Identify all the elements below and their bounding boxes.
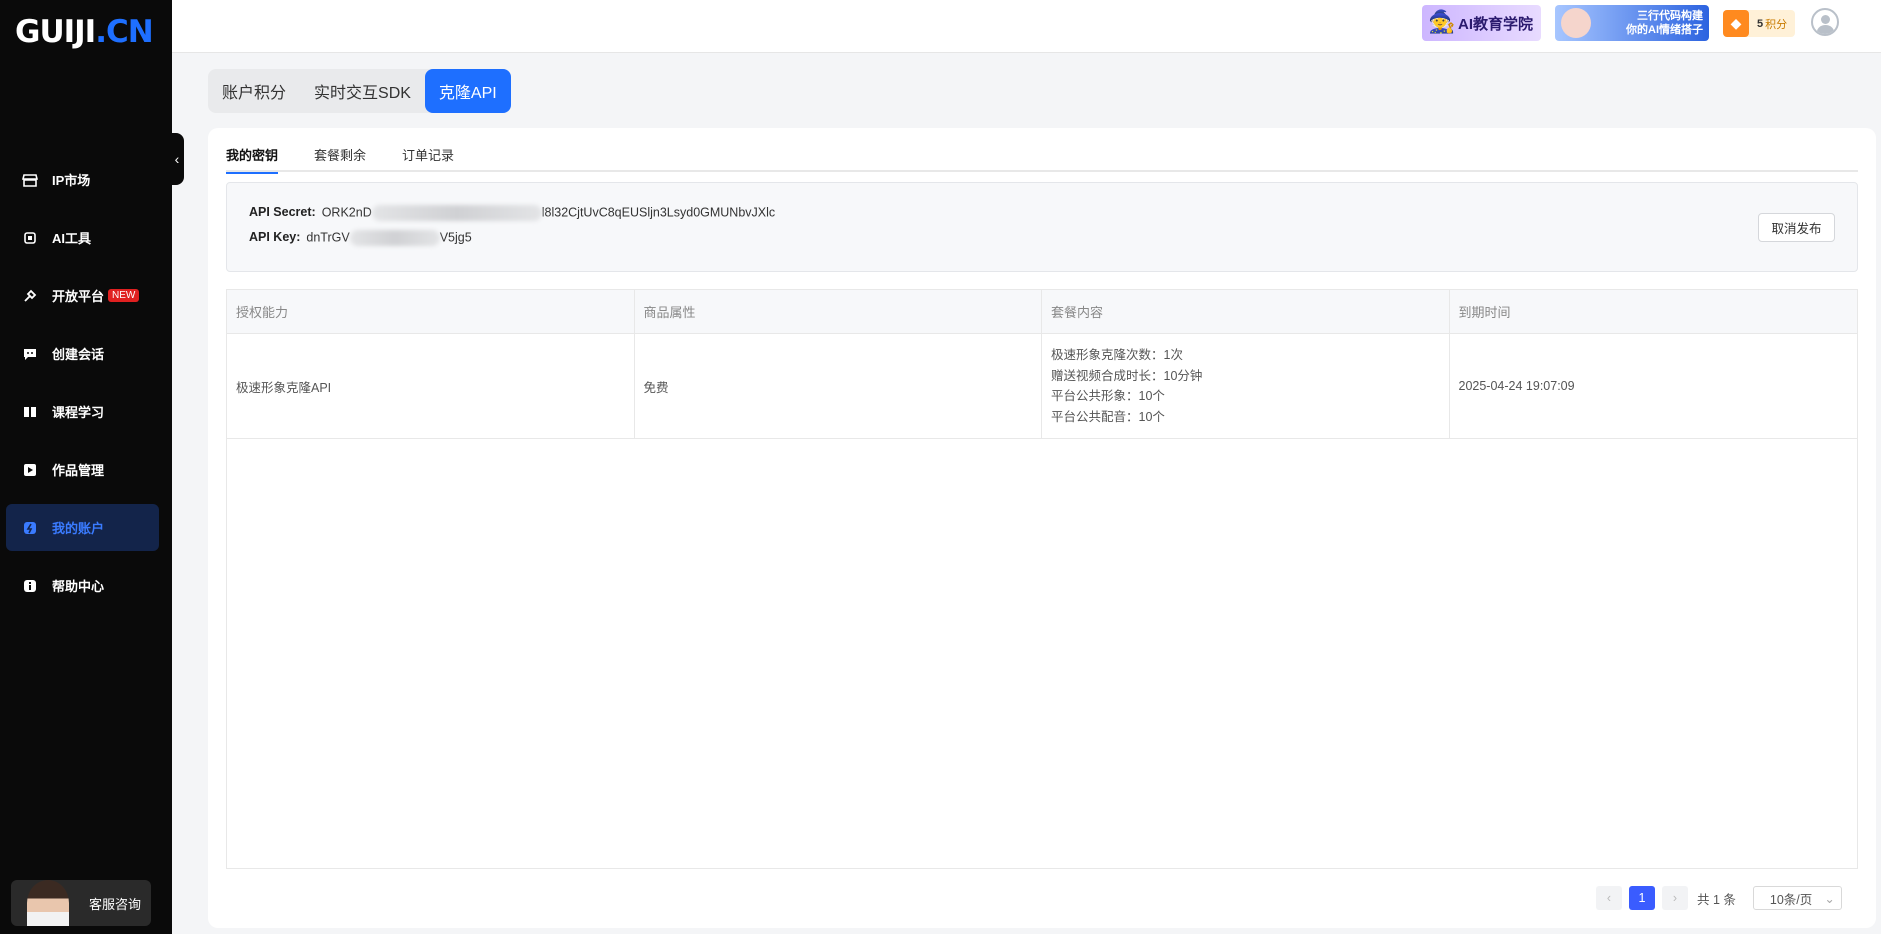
chat-icon (22, 346, 38, 362)
sidebar-nav: IP市场 AI工具 开放平台 NEW 创建会话 课程学习 作品管理 我的账户 帮… (6, 156, 159, 620)
service-agent-avatar (27, 880, 69, 926)
content-line: 赠送视频合成时长：10分钟 (1051, 368, 1203, 383)
api-key-suffix: V5jg5 (439, 230, 472, 245)
redacted-secret (371, 205, 542, 221)
sidebar-item-open-platform[interactable]: 开放平台 NEW (6, 272, 159, 319)
next-page-button[interactable]: › (1662, 886, 1688, 910)
link-icon (22, 288, 38, 304)
diamond-icon: ◆ (1723, 10, 1749, 37)
cell-content: 极速形象克隆次数：1次 赠送视频合成时长：10分钟 平台公共形象：10个 平台公… (1042, 334, 1450, 438)
api-key-box: API Secret: ORK2nD l8l32CjtUvC8qEUSljn3Lsy… (226, 182, 1858, 272)
column-header: 到期时间 (1458, 305, 1511, 320)
points-value: 5 (1757, 17, 1764, 30)
logo-main: GUIJI (15, 14, 96, 50)
user-avatar[interactable] (1811, 8, 1839, 36)
account-icon (22, 520, 38, 536)
api-secret-line: API Secret: ORK2nD l8l32CjtUvC8qEUSljn3Lsy… (249, 205, 775, 221)
chevron-left-icon: ‹ (174, 151, 180, 167)
ai-companion-banner[interactable]: 三行代码构建 你的AI情绪搭子 (1555, 5, 1709, 41)
points-badge[interactable]: ◆ 5 积分 (1723, 10, 1795, 37)
sidebar-item-ip-market[interactable]: IP市场 (6, 156, 159, 203)
page-size-value: 10条/页 (1769, 892, 1813, 907)
pagination: ‹ 1 › 共 1 条 10条/页 ⌄ (1596, 886, 1842, 910)
total-count: 共 1 条 (1697, 892, 1736, 907)
column-header: 套餐内容 (1042, 290, 1450, 333)
banner-avatar (1561, 8, 1591, 38)
film-icon (22, 462, 38, 478)
service-label: 客服咨询 (89, 896, 142, 912)
cell-expiry: 2025-04-24 19:07:09 (1458, 379, 1575, 393)
chevron-left-icon: ‹ (1606, 891, 1612, 905)
api-secret-suffix: l8l32CjtUvC8qEUSljn3Lsyd0GMUNbvJXlc (541, 205, 776, 220)
wizard-icon: 🧙 (1428, 9, 1456, 34)
user-icon (1821, 15, 1830, 24)
tab-my-keys[interactable]: 我的密钥 (226, 136, 279, 174)
logo-accent: .CN (95, 14, 153, 50)
info-icon (22, 578, 38, 594)
sidebar-item-create-session[interactable]: 创建会话 (6, 330, 159, 377)
new-badge: NEW (108, 289, 140, 302)
chevron-right-icon: › (1672, 891, 1678, 905)
customer-service-button[interactable]: 客服咨询 (11, 880, 151, 926)
sidebar-item-label: 我的账户 (52, 521, 105, 536)
tab-account-points[interactable]: 账户积分 (208, 69, 300, 113)
book-icon (22, 404, 38, 420)
table-header: 授权能力 商品属性 套餐内容 到期时间 (227, 290, 1857, 334)
chip-icon (22, 230, 38, 246)
page-number-button[interactable]: 1 (1629, 886, 1655, 910)
cell-attribute: 免费 (635, 334, 1042, 438)
tab-realtime-sdk[interactable]: 实时交互SDK (300, 69, 425, 113)
ai-academy-banner[interactable]: 🧙 AI教育学院 (1422, 5, 1541, 41)
sidebar-item-label: 开放平台 (52, 289, 105, 304)
chevron-down-icon: ⌄ (1824, 891, 1835, 906)
banner-text: AI教育学院 (1457, 15, 1533, 33)
cell-capability: 极速形象克隆API (227, 334, 635, 438)
tab-plan-remaining[interactable]: 套餐剩余 (314, 136, 366, 172)
points-unit: 积分 (1765, 18, 1788, 31)
content-card: 我的密钥 套餐剩余 订单记录 API Secret: ORK2nD l8l32Cjt… (208, 128, 1876, 928)
cancel-publish-button[interactable]: 取消发布 (1758, 213, 1835, 242)
logo[interactable]: GUIJI.CN (15, 14, 154, 50)
content-line: 平台公共形象：10个 (1051, 389, 1165, 403)
table-row: 极速形象克隆API 免费 极速形象克隆次数：1次 赠送视频合成时长：10分钟 平… (227, 334, 1857, 439)
content-line: 极速形象克隆次数：1次 (1051, 348, 1183, 362)
redacted-key (349, 230, 440, 246)
api-secret-label: API Secret: (249, 205, 316, 220)
sidebar-item-label: IP市场 (52, 173, 91, 188)
tab-order-records[interactable]: 订单记录 (402, 136, 454, 172)
api-key-prefix: dnTrGV (306, 230, 350, 245)
sidebar: GUIJI.CN IP市场 AI工具 开放平台 NEW 创建会话 课程学习 作品… (0, 0, 172, 934)
content-line: 平台公共配音：10个 (1051, 409, 1165, 424)
sidebar-item-help[interactable]: 帮助中心 (6, 562, 159, 609)
sub-tabs: 我的密钥 套餐剩余 订单记录 (226, 136, 1858, 174)
column-header: 授权能力 (227, 290, 635, 333)
collapse-sidebar-button[interactable]: ‹ (170, 133, 184, 185)
plan-table: 授权能力 商品属性 套餐内容 到期时间 极速形象克隆API 免费 极速形象克隆次… (226, 289, 1858, 869)
column-header: 商品属性 (635, 290, 1042, 333)
sidebar-item-label: AI工具 (52, 231, 92, 246)
sidebar-item-works[interactable]: 作品管理 (6, 446, 159, 493)
sidebar-item-label: 作品管理 (52, 463, 105, 478)
tab-clone-api[interactable]: 克隆API (424, 69, 511, 113)
api-key-line: API Key: dnTrGV V5jg5 (249, 230, 472, 246)
api-secret-prefix: ORK2nD (321, 205, 372, 220)
prev-page-button[interactable]: ‹ (1596, 886, 1622, 910)
sidebar-item-courses[interactable]: 课程学习 (6, 388, 159, 435)
store-icon (22, 172, 38, 188)
user-icon-body (1817, 25, 1834, 34)
sidebar-item-ai-tools[interactable]: AI工具 (6, 214, 159, 261)
main-tabs: 账户积分 实时交互SDK 克隆API (208, 69, 511, 113)
sidebar-item-label: 帮助中心 (52, 579, 105, 594)
api-key-label: API Key: (249, 230, 301, 245)
sidebar-item-label: 课程学习 (52, 405, 105, 420)
page-size-select[interactable]: 10条/页 ⌄ (1752, 886, 1842, 910)
sidebar-item-my-account[interactable]: 我的账户 (6, 504, 159, 551)
sidebar-item-label: 创建会话 (52, 347, 105, 362)
